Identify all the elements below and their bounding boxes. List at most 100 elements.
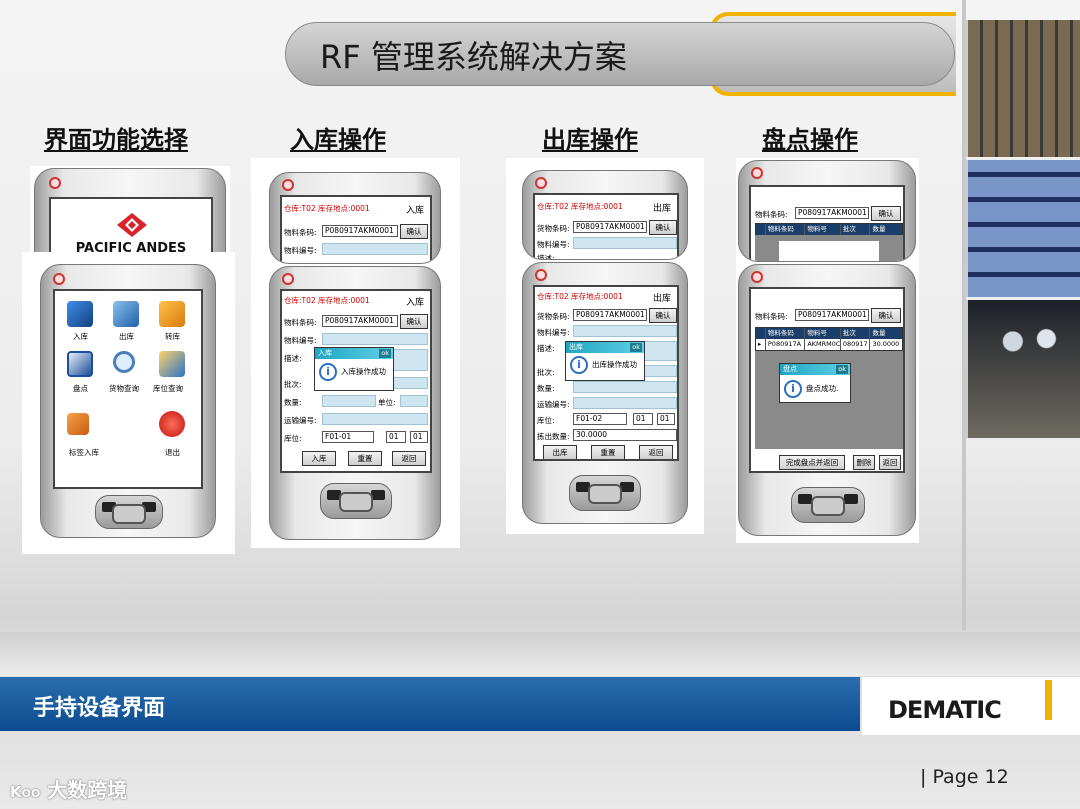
inbound-unit-label: 单位:: [378, 398, 396, 407]
footer-banner-text: 手持设备界面: [33, 696, 166, 721]
outbound-pick-qty-input[interactable]: 30.0000: [573, 429, 677, 441]
inbound-qty-label: 数量:: [284, 398, 302, 407]
count-barcode-label: 物料条码:: [755, 312, 788, 321]
count-confirm-button[interactable]: 确认: [871, 206, 901, 221]
inbound-header-info: 仓库:T02 库存地点:0001: [284, 204, 370, 213]
inbound-transport-field: [322, 413, 428, 425]
outbound-desc-label: 描述:: [537, 344, 555, 353]
outbound-transport-label: 运输编号:: [537, 400, 570, 409]
inventory-count-icon[interactable]: [67, 351, 93, 377]
outbound-transport-field: [573, 397, 677, 409]
outbound-qty-label: 数量:: [537, 384, 555, 393]
inbound-barcode-label: 物料条码:: [284, 318, 317, 327]
count-barcode-input[interactable]: P080917AKM0001: [795, 309, 869, 321]
outbound-location-input[interactable]: F01-02: [573, 413, 627, 425]
table-header: 批次: [841, 328, 871, 339]
inbound-barcode-input[interactable]: P080917AKM0001: [322, 225, 398, 237]
menu-label-inbound[interactable]: 入库: [73, 331, 88, 342]
logo-accent-bar: [1045, 680, 1052, 720]
count-barcode-label: 物料条码:: [755, 210, 788, 219]
outbound-reset-button[interactable]: 重置: [591, 445, 625, 459]
section-title-inbound: 入库操作: [290, 126, 386, 154]
page-number: | Page 12: [920, 766, 1009, 788]
count-back-button[interactable]: 返回: [879, 455, 901, 470]
warehouse-photo-racks: [965, 160, 1080, 297]
inbound-back-button[interactable]: 返回: [392, 451, 426, 466]
outbound-location-label: 库位:: [537, 416, 555, 425]
section-title-outbound: 出库操作: [542, 126, 638, 154]
inbound-reset-button[interactable]: 重置: [348, 451, 382, 466]
table-cell: 080917: [841, 339, 871, 350]
count-screenshot: 物料条码: P080917AKM0001 确认 物料条码 物料号 批次 数量 物…: [736, 158, 919, 543]
table-header: 批次: [841, 224, 871, 235]
count-barcode-input[interactable]: P080917AKM0001: [795, 207, 869, 219]
count-finish-button[interactable]: 完成盘点并返回: [779, 455, 845, 470]
menu-label-outbound[interactable]: 出库: [119, 331, 134, 342]
label-inbound-icon[interactable]: [67, 413, 89, 435]
count-dialog-ok-button[interactable]: ok: [836, 365, 848, 374]
inbound-icon[interactable]: [67, 301, 93, 327]
table-header: 物料条码: [766, 224, 806, 235]
menu-label-location-search[interactable]: 库位查询: [153, 383, 183, 394]
outbound-barcode-input[interactable]: P080917AKM0001: [573, 221, 647, 233]
outbound-screen-title: 出库: [653, 294, 672, 304]
count-success-dialog: 盘点 ok i 盘点成功.: [779, 363, 851, 403]
inbound-screenshot: 仓库:T02 库存地点:0001 入库 物料条码: P080917AKM0001…: [251, 158, 460, 548]
inbound-confirm-button[interactable]: 确认: [400, 314, 428, 329]
count-confirm-button[interactable]: 确认: [871, 308, 901, 323]
menu-label-label-inbound[interactable]: 标签入库: [69, 447, 99, 458]
pacific-andes-logo-icon: [117, 213, 147, 237]
outbound-location-row-input[interactable]: 01: [633, 413, 653, 425]
inbound-material-field: [322, 243, 428, 255]
outbound-submit-button[interactable]: 出库: [543, 445, 577, 459]
section-title-menu: 界面功能选择: [44, 126, 188, 154]
dematic-logo: DEMATIC: [888, 696, 1002, 724]
inbound-dialog-title: 入库: [318, 349, 332, 357]
outbound-barcode-label: 货物条码:: [537, 312, 570, 321]
device-nav-pad: [95, 495, 163, 529]
count-result-table: 物料条码 物料号 批次 数量 ▸ P080917A AKMRM0C 080917…: [755, 327, 903, 351]
inbound-confirm-button[interactable]: 确认: [400, 224, 428, 239]
outbound-confirm-button[interactable]: 确认: [649, 308, 677, 323]
section-title-count: 盘点操作: [762, 126, 858, 154]
outbound-barcode-input[interactable]: P080917AKM0001: [573, 309, 647, 321]
inbound-location-row-input[interactable]: 01: [386, 431, 406, 443]
count-delete-button[interactable]: 删除: [853, 455, 875, 470]
menu-label-count[interactable]: 盘点: [73, 383, 88, 394]
table-row[interactable]: ▸ P080917A AKMRM0C 080917 30.0000: [756, 339, 902, 350]
transfer-icon[interactable]: [159, 301, 185, 327]
watermark-text: 大数跨境: [47, 778, 128, 802]
inbound-location-label: 库位:: [284, 434, 302, 443]
outbound-material-label: 物料编号:: [537, 328, 570, 337]
inbound-unit-field: [400, 395, 428, 407]
outbound-back-button[interactable]: 返回: [639, 445, 673, 459]
inbound-location-input[interactable]: F01-01: [322, 431, 374, 443]
inbound-screen-title: 入库: [406, 206, 425, 216]
count-table-empty-area: [755, 235, 903, 261]
outbound-confirm-button[interactable]: 确认: [649, 220, 677, 235]
table-header: 数量: [872, 225, 886, 233]
inbound-success-dialog: 入库 ok i 入库操作成功: [314, 347, 394, 391]
device-nav-pad: [791, 487, 865, 523]
outbound-barcode-label: 货物条码:: [537, 224, 570, 233]
outbound-location-level-input[interactable]: 01: [657, 413, 675, 425]
inbound-location-level-input[interactable]: 01: [410, 431, 428, 443]
inbound-dialog-ok-button[interactable]: ok: [379, 349, 391, 358]
menu-label-goods-search[interactable]: 货物查询: [109, 383, 139, 394]
footer-shadow: [0, 632, 1080, 676]
menu-label-exit[interactable]: 退出: [165, 447, 180, 458]
count-dialog-title: 盘点: [783, 365, 797, 373]
power-icon[interactable]: [159, 411, 185, 437]
outbound-material-field: [573, 237, 677, 249]
outbound-qty-field: [573, 381, 677, 393]
outbound-icon[interactable]: [113, 301, 139, 327]
menu-label-transfer[interactable]: 转库: [165, 331, 180, 342]
inbound-header-info: 仓库:T02 库存地点:0001: [284, 296, 370, 305]
location-search-icon[interactable]: [159, 351, 185, 377]
outbound-dialog-ok-button[interactable]: ok: [630, 343, 642, 352]
inbound-submit-button[interactable]: 入库: [302, 451, 336, 466]
inbound-barcode-input[interactable]: P080917AKM0001: [322, 315, 398, 327]
inbound-material-label: 物料编号:: [284, 246, 317, 255]
goods-search-icon[interactable]: [113, 351, 135, 373]
inbound-desc-label: 描述:: [284, 354, 302, 363]
